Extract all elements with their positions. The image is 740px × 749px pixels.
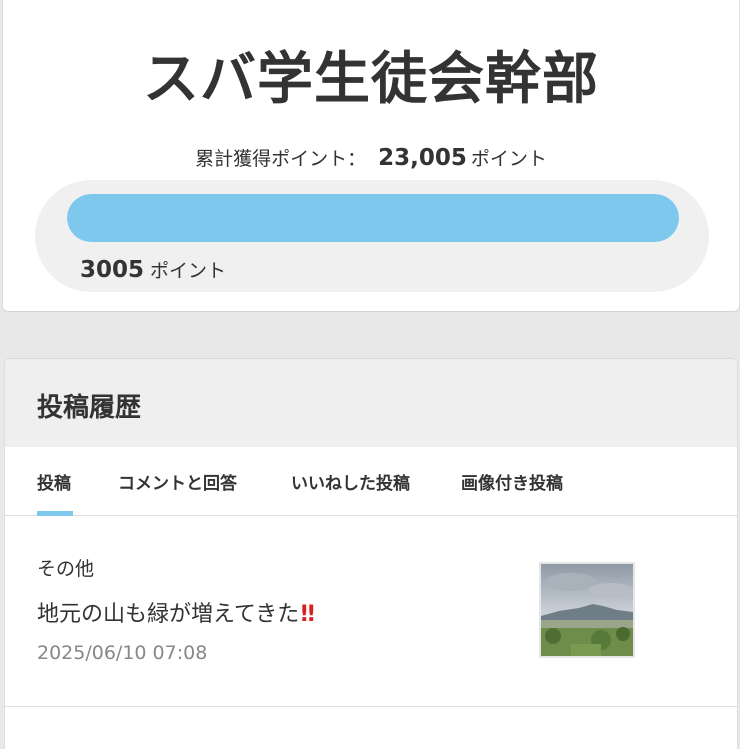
history-tabs: 投稿 コメントと回答 いいねした投稿 画像付き投稿 xyxy=(5,447,737,516)
progress-value: 3005 xyxy=(80,257,145,283)
tab-comments-answers[interactable]: コメントと回答 xyxy=(118,469,237,494)
total-points-value: 23,005 xyxy=(378,145,467,171)
tab-liked-posts[interactable]: いいねした投稿 xyxy=(291,469,410,494)
total-points-unit: ポイント xyxy=(470,148,547,170)
post-title[interactable]: 地元の山も緑が増えてきた!! xyxy=(37,596,316,628)
total-points-label: 累計獲得ポイント： xyxy=(195,148,367,170)
total-points-summary: 累計獲得ポイント： 23,005 ポイント xyxy=(3,144,739,171)
post-category: その他 xyxy=(37,558,95,580)
tab-image-posts[interactable]: 画像付き投稿 xyxy=(461,469,563,494)
progress-panel: 3005 ポイント xyxy=(35,180,709,292)
points-card: スバ学生徒会幹部 累計獲得ポイント： 23,005 ポイント 3005 ポイント xyxy=(2,0,740,312)
progress-bar-fill xyxy=(67,194,679,242)
post-title-text: 地元の山も緑が増えてきた xyxy=(37,602,300,627)
post-history-header: 投稿履歴 xyxy=(5,359,737,447)
post-date: 2025/06/10 07:08 xyxy=(37,642,208,664)
landscape-photo-icon xyxy=(541,564,633,656)
post-history-card: 投稿履歴 投稿 コメントと回答 いいねした投稿 画像付き投稿 その他 地元の山も… xyxy=(4,358,738,749)
progress-label: 3005 ポイント xyxy=(80,256,226,283)
progress-unit: ポイント xyxy=(150,260,227,282)
post-list-item[interactable]: その他 地元の山も緑が増えてきた!! 2025/06/10 07:08 xyxy=(5,516,737,707)
tab-posts[interactable]: 投稿 xyxy=(37,469,71,494)
post-thumbnail[interactable] xyxy=(539,562,635,658)
rank-title: スバ学生徒会幹部 xyxy=(143,47,599,112)
progress-bar xyxy=(67,194,679,242)
post-history-title: 投稿履歴 xyxy=(37,393,142,423)
double-exclamation-icon: !! xyxy=(299,602,316,627)
